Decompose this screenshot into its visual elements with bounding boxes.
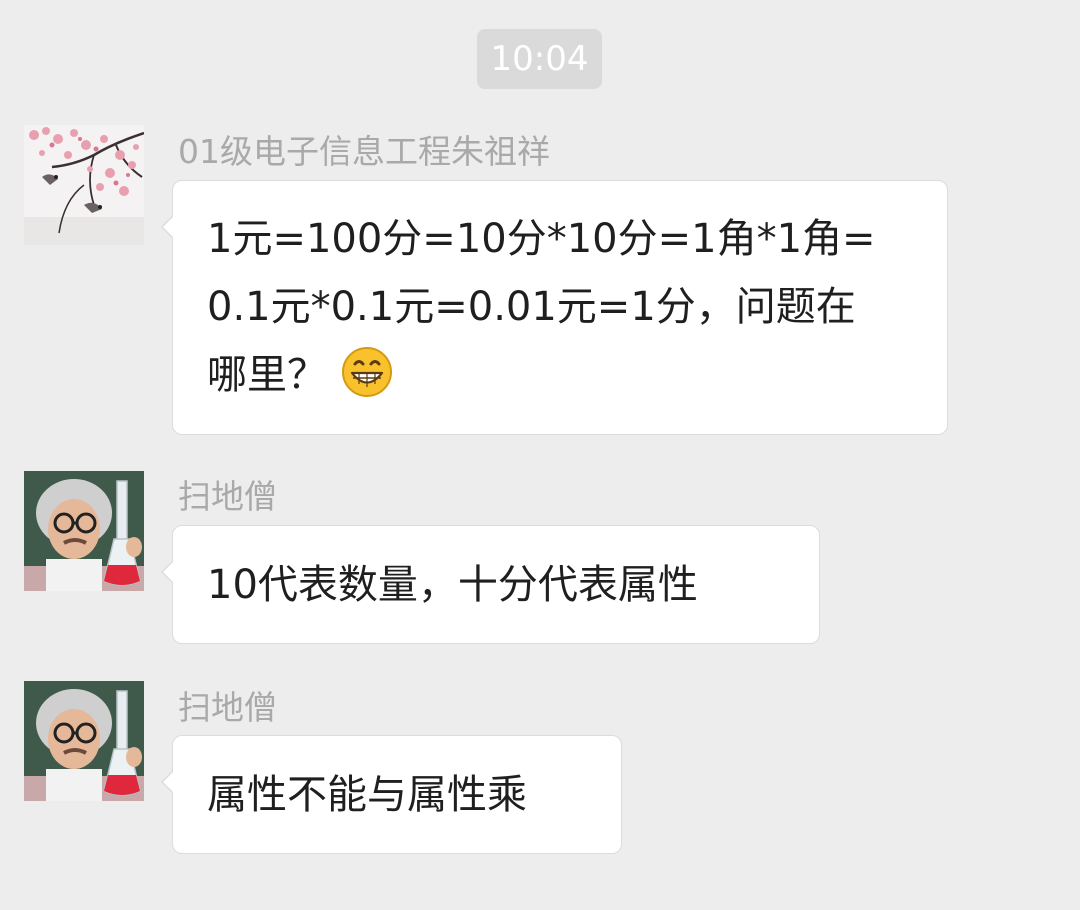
grinning-face-emoji-icon: [341, 346, 393, 398]
message-text: 属性不能与属性乘: [207, 772, 527, 818]
message-bubble[interactable]: 10代表数量，十分代表属性: [161, 525, 820, 644]
sender-name: 扫地僧: [178, 688, 277, 727]
sender-avatar[interactable]: [24, 471, 144, 591]
message-text-content: 1元=100分=10分*10分=1角*1角= 0.1元*0.1元=0.01元=1…: [207, 216, 876, 398]
sender-name: 扫地僧: [178, 477, 277, 516]
message-text: 10代表数量，十分代表属性: [207, 562, 698, 608]
message-text: 1元=100分=10分*10分=1角*1角= 0.1元*0.1元=0.01元=1…: [207, 181, 915, 409]
sender-avatar[interactable]: [24, 125, 144, 245]
sender-avatar[interactable]: [24, 681, 144, 801]
message-timestamp: 10:04: [477, 29, 602, 89]
message-bubble[interactable]: 1元=100分=10分*10分=1角*1角= 0.1元*0.1元=0.01元=1…: [161, 180, 948, 435]
message-bubble[interactable]: 属性不能与属性乘: [161, 735, 622, 854]
sender-name: 01级电子信息工程朱祖祥: [178, 132, 550, 171]
